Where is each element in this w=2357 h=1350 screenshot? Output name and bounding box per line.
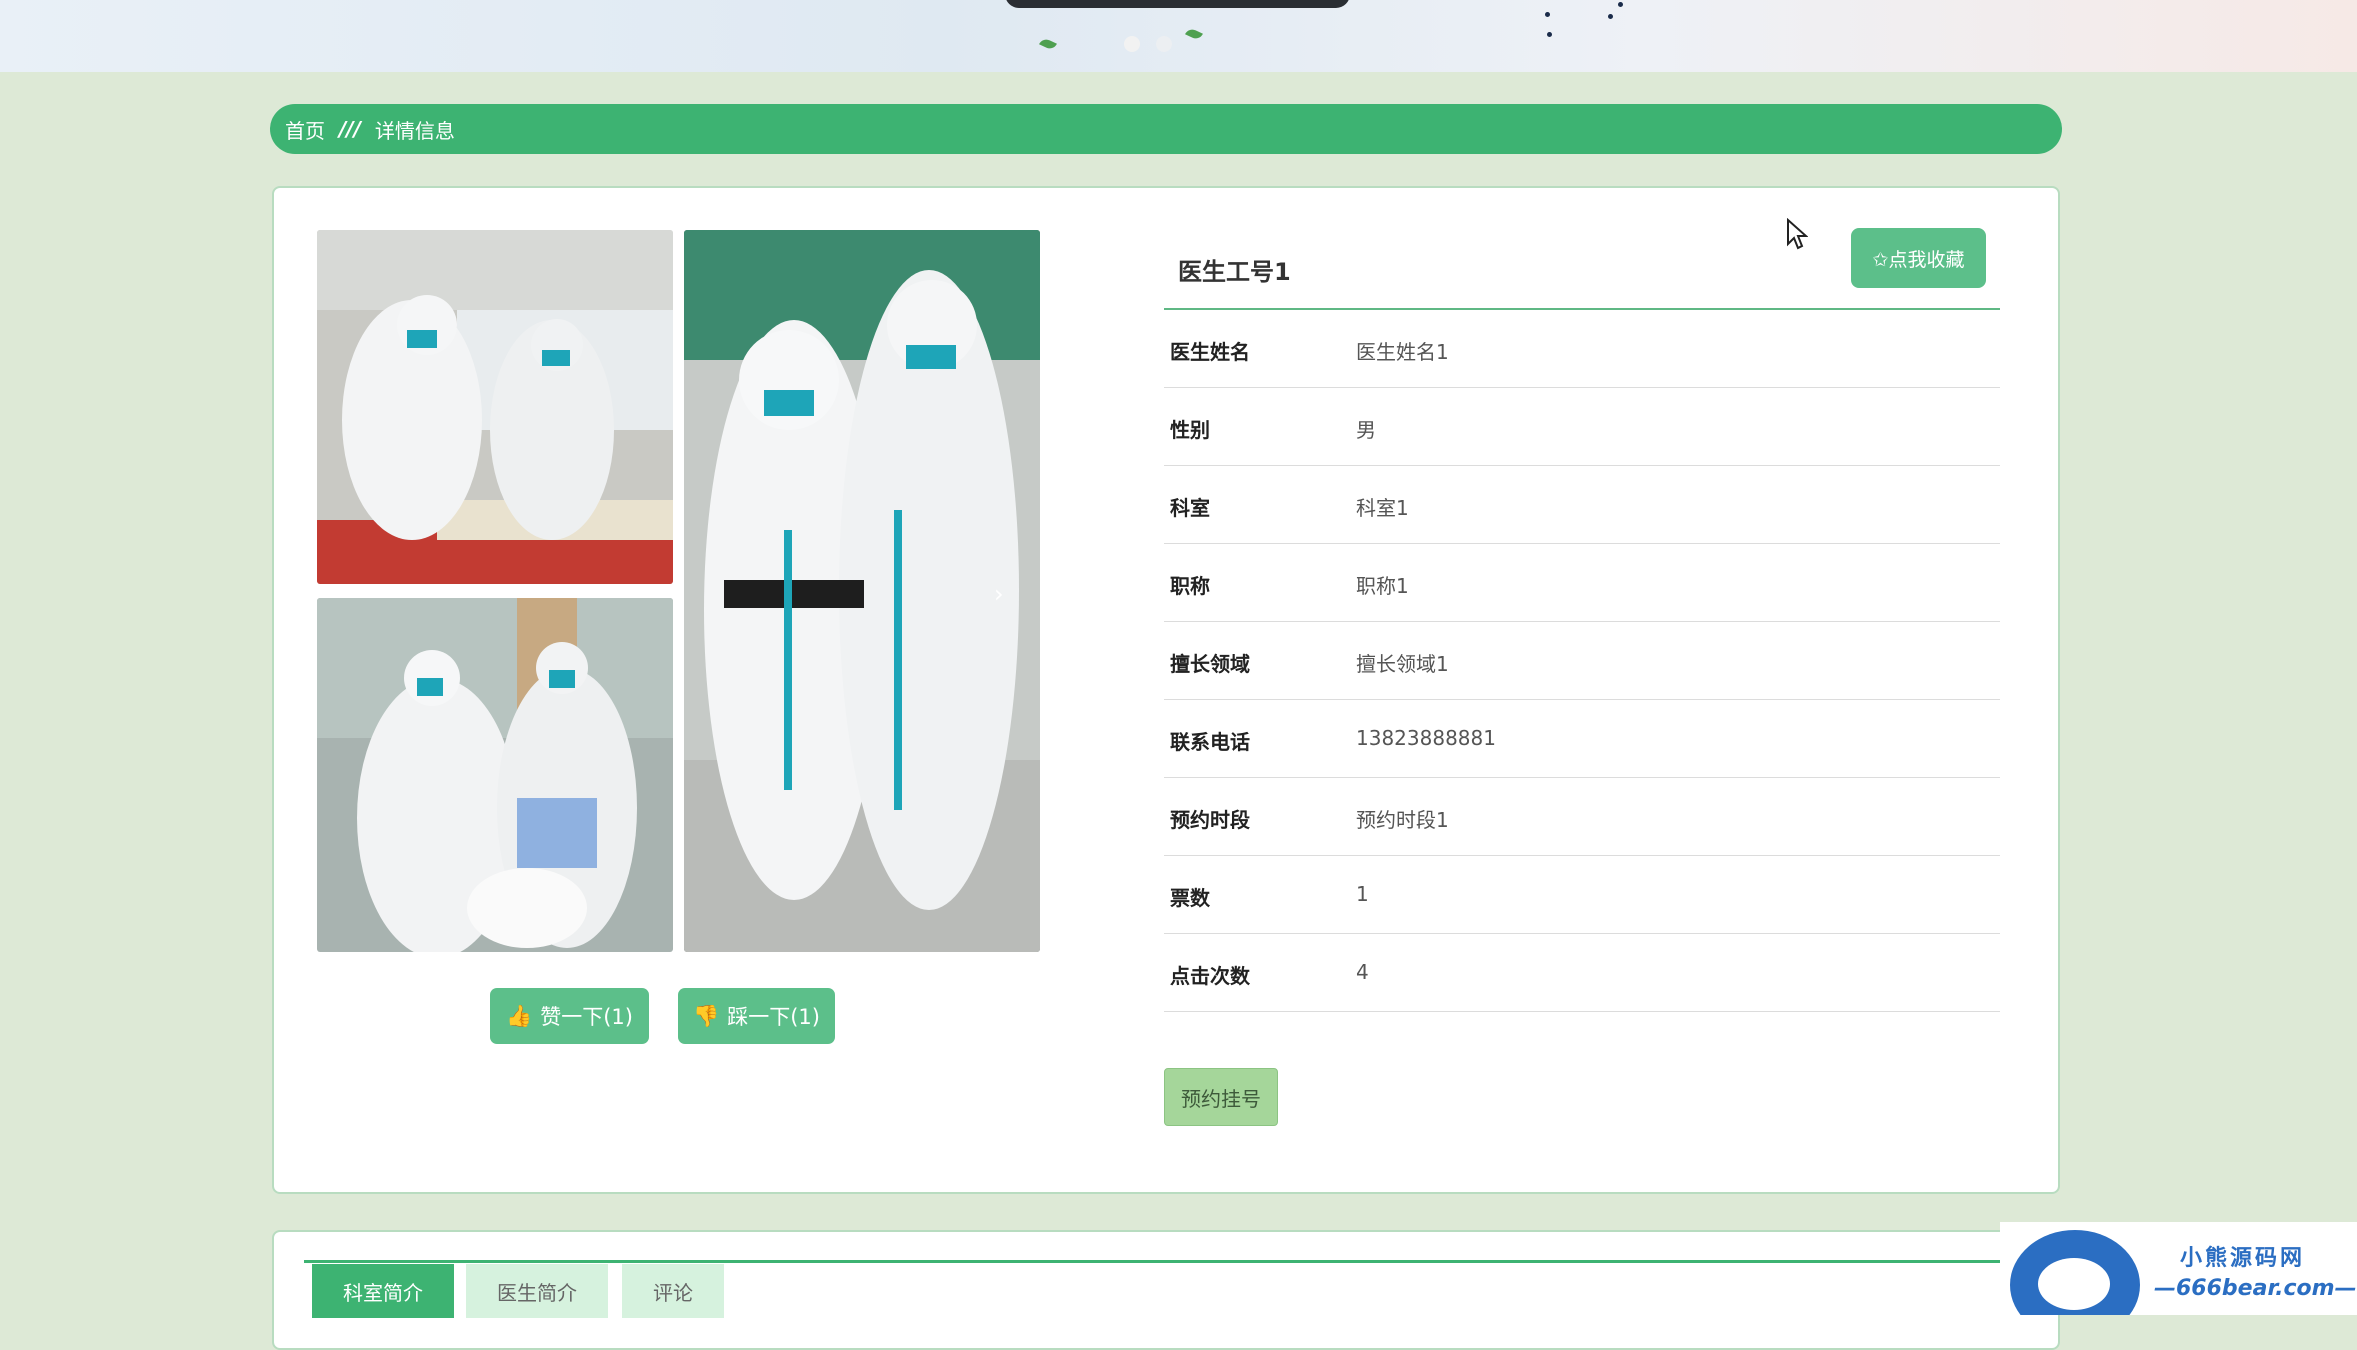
field-label: 预约时段 (1170, 808, 1250, 832)
info-row: 职称 职称1 (1164, 544, 2000, 622)
field-value: 男 (1356, 418, 1376, 442)
breadcrumb-current: 详情信息 (374, 118, 455, 143)
field-value: 擅长领域1 (1356, 652, 1449, 676)
watermark-line2: —666bear.com— (2154, 1276, 2357, 1301)
leaf-decoration (1185, 26, 1203, 42)
info-row: 擅长领域 擅长领域1 (1164, 622, 2000, 700)
bear-face-icon (2038, 1258, 2110, 1310)
doctor-photo[interactable] (317, 598, 673, 952)
top-banner (0, 0, 2357, 72)
breadcrumb-separator: /// (339, 117, 361, 141)
field-value: 13823888881 (1356, 726, 1496, 750)
carousel-dot[interactable] (1124, 36, 1140, 52)
field-label: 点击次数 (1170, 964, 1250, 988)
field-value: 预约时段1 (1356, 808, 1449, 832)
doctor-photo[interactable] (684, 230, 1040, 952)
chevron-right-icon[interactable]: › (994, 580, 1004, 608)
favorite-button[interactable]: ✩点我收藏 (1851, 228, 1986, 288)
like-label: 赞一下(1) (540, 1005, 633, 1029)
info-row: 医生姓名 医生姓名1 (1164, 310, 2000, 388)
field-label: 科室 (1170, 496, 1210, 520)
mouse-cursor-icon (1786, 217, 1809, 254)
info-row: 科室 科室1 (1164, 466, 2000, 544)
field-label: 性别 (1170, 418, 1210, 442)
field-label: 擅长领域 (1170, 652, 1250, 676)
detail-card: › 👍 赞一下(1) 👎 踩一下(1) 医生工号1 ✩点我收藏 医生姓名 医生姓… (272, 186, 2060, 1194)
detail-header: 医生工号1 ✩点我收藏 (1164, 228, 2000, 310)
tabs-divider (304, 1260, 2024, 1263)
field-value: 科室1 (1356, 496, 1409, 520)
field-label: 职称 (1170, 574, 1210, 598)
doctor-photo[interactable] (317, 230, 673, 584)
tab-doctor-intro[interactable]: 医生简介 (466, 1264, 608, 1318)
breadcrumb-home-link[interactable]: 首页 (285, 115, 325, 144)
field-value: 职称1 (1356, 574, 1409, 598)
watermark: 小熊源码网 —666bear.com— (2000, 1222, 2357, 1315)
book-appointment-button[interactable]: 预约挂号 (1164, 1068, 1278, 1126)
leaf-decoration (1039, 36, 1057, 52)
field-value: 医生姓名1 (1356, 340, 1449, 364)
carousel-dot[interactable] (1156, 36, 1172, 52)
dislike-label: 踩一下(1) (727, 1005, 820, 1029)
field-label: 联系电话 (1170, 730, 1250, 754)
field-label: 票数 (1170, 886, 1210, 910)
tab-comments[interactable]: 评论 (622, 1264, 724, 1318)
speck-decoration (1547, 32, 1552, 37)
thumbs-up-icon: 👍 (506, 1003, 533, 1028)
watermark-line1: 小熊源码网 (2180, 1246, 2306, 1271)
like-button[interactable]: 👍 赞一下(1) (490, 988, 649, 1044)
field-value: 4 (1356, 960, 1369, 984)
tab-department-intro[interactable]: 科室简介 (312, 1264, 454, 1318)
banner-device-image (1005, 0, 1350, 8)
speck-decoration (1545, 12, 1550, 17)
tabs-card: 科室简介 医生简介 评论 (272, 1230, 2060, 1350)
speck-decoration (1618, 2, 1623, 7)
info-row: 联系电话 13823888881 (1164, 700, 2000, 778)
dislike-button[interactable]: 👎 踩一下(1) (678, 988, 835, 1044)
field-label: 医生姓名 (1170, 340, 1250, 364)
info-row: 票数 1 (1164, 856, 2000, 934)
info-row: 点击次数 4 (1164, 934, 2000, 1012)
thumbs-down-icon: 👎 (693, 1003, 720, 1028)
speck-decoration (1608, 14, 1613, 19)
breadcrumb: 首页 /// 详情信息 (270, 104, 2062, 154)
info-row: 预约时段 预约时段1 (1164, 778, 2000, 856)
info-list: 医生姓名 医生姓名1 性别 男 科室 科室1 职称 职称1 擅长领域 擅长领域1… (1164, 310, 2000, 1012)
doctor-id-title: 医生工号1 (1178, 258, 1291, 286)
info-row: 性别 男 (1164, 388, 2000, 466)
field-value: 1 (1356, 882, 1369, 906)
